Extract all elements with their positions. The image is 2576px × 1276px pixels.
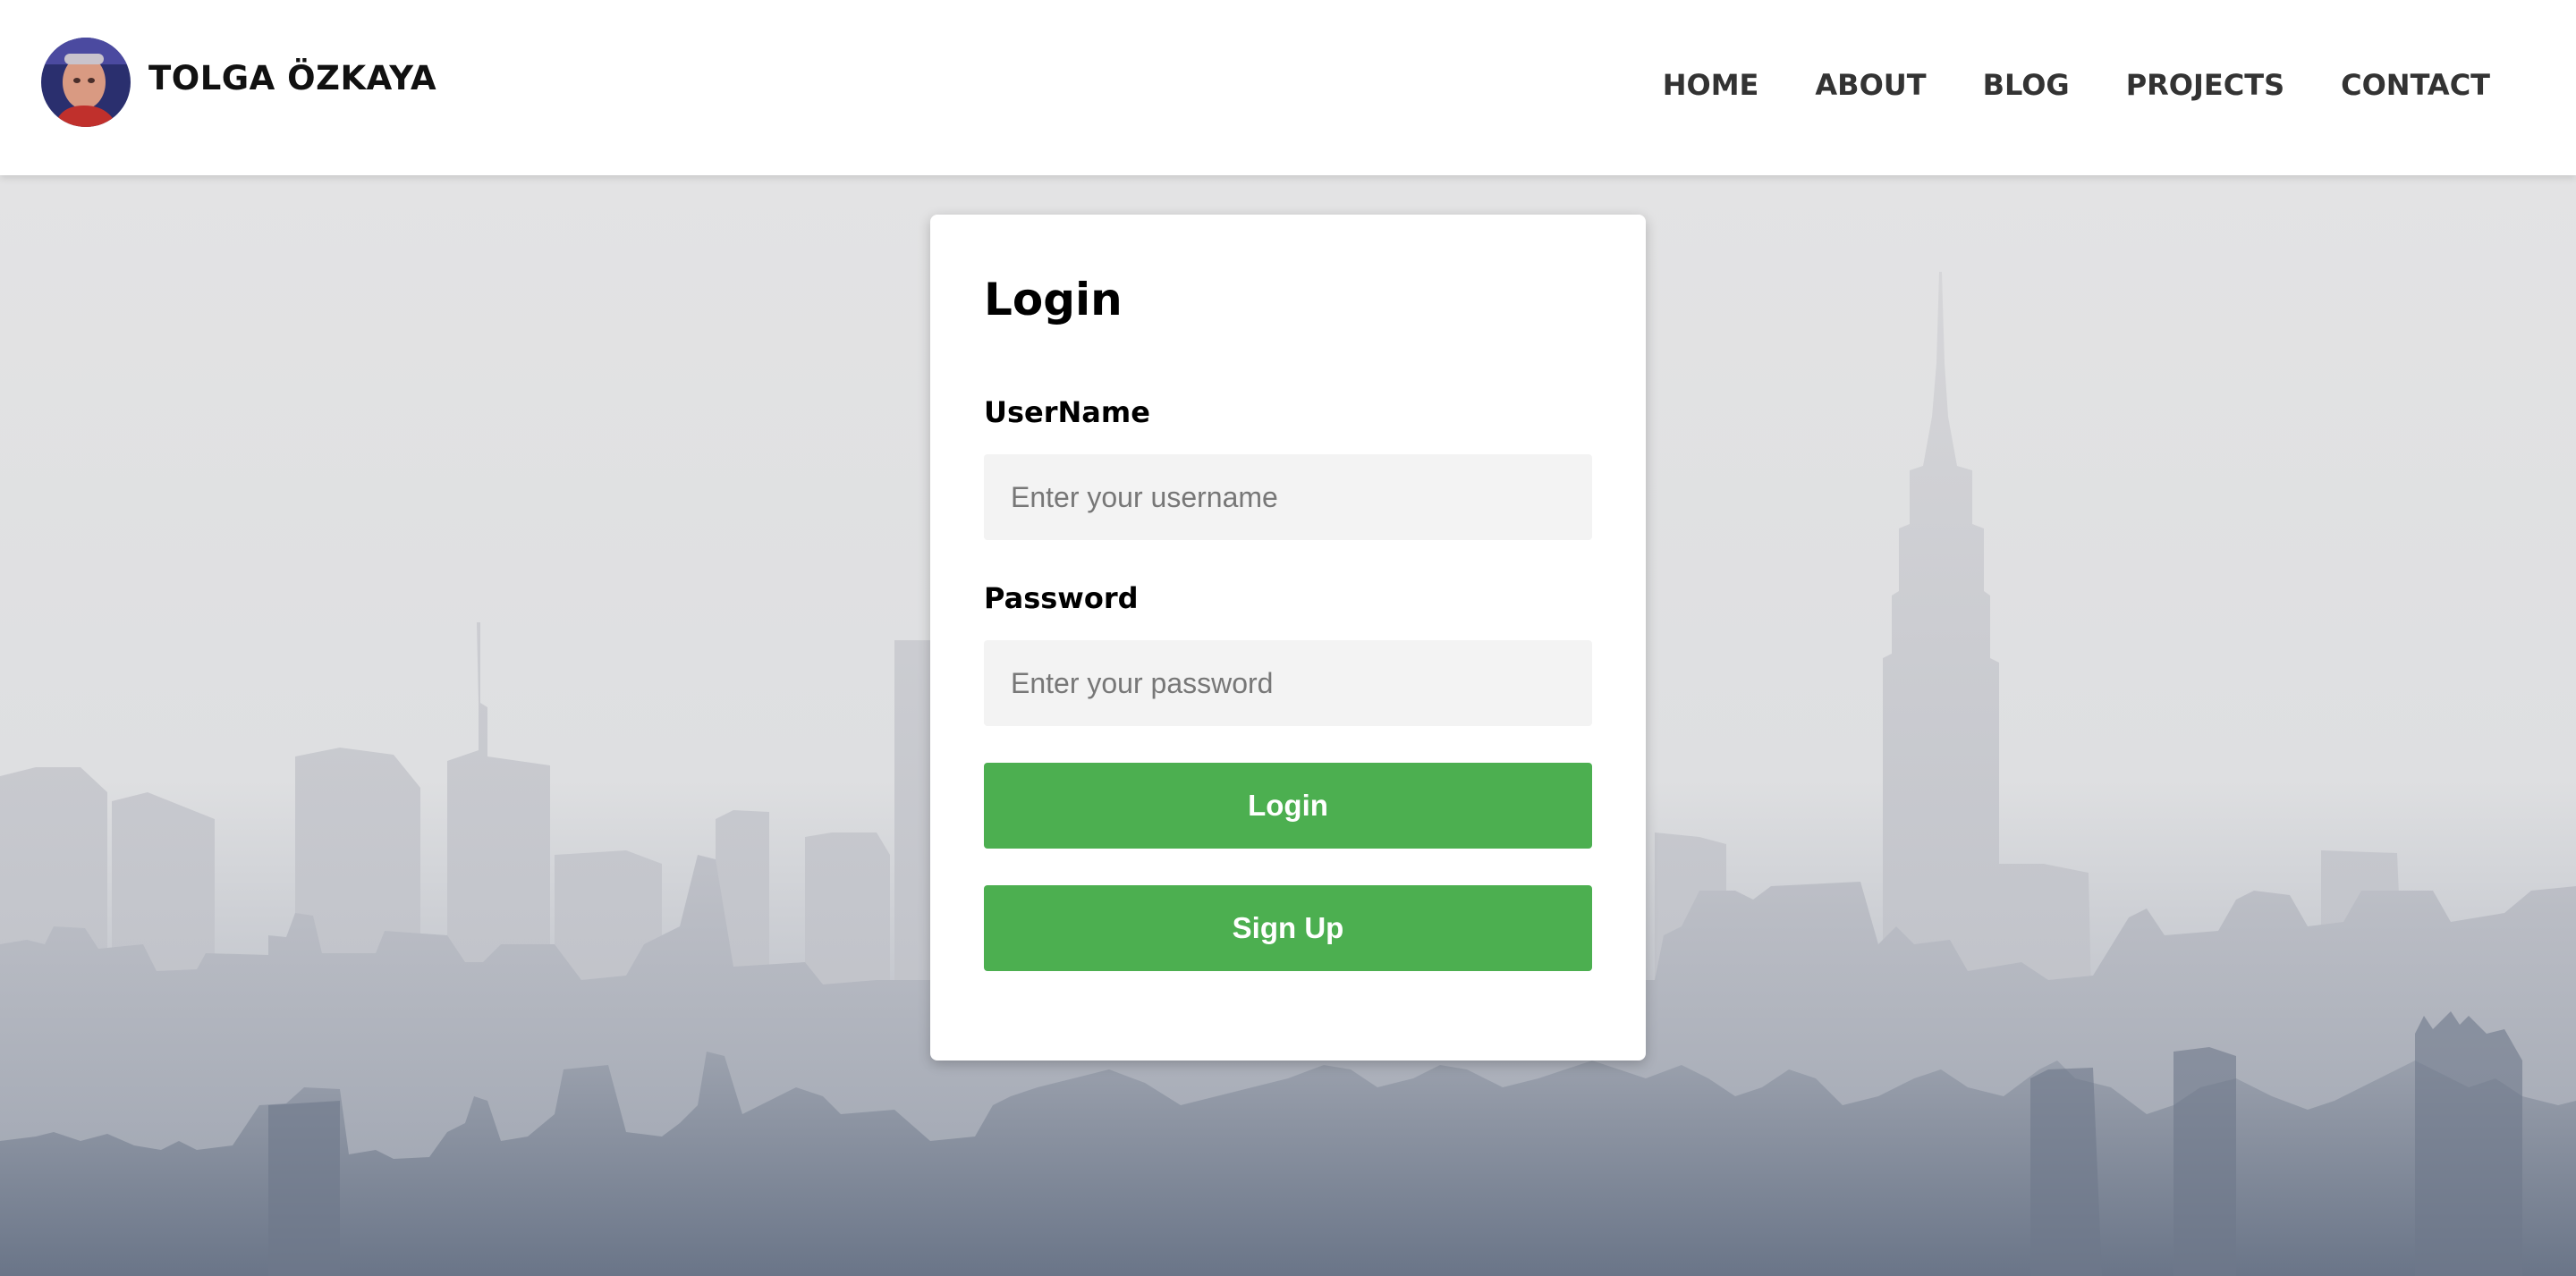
avatar[interactable]: [41, 38, 131, 127]
login-title: Login: [984, 274, 1123, 325]
nav-item-home[interactable]: HOME: [1663, 68, 1759, 102]
password-input[interactable]: [984, 640, 1592, 726]
login-button[interactable]: Login: [984, 763, 1592, 849]
profile-photo-icon: [41, 38, 131, 127]
username-input[interactable]: [984, 454, 1592, 540]
nav-item-about[interactable]: ABOUT: [1815, 68, 1926, 102]
signup-button[interactable]: Sign Up: [984, 885, 1592, 971]
nav-item-projects[interactable]: PROJECTS: [2126, 68, 2284, 102]
brand-name[interactable]: TOLGA ÖZKAYA: [148, 59, 436, 97]
password-label: Password: [984, 581, 1139, 615]
username-label: UserName: [984, 395, 1150, 429]
nav-item-contact[interactable]: CONTACT: [2341, 68, 2490, 102]
nav-item-blog[interactable]: BLOG: [1983, 68, 2070, 102]
login-card: Login UserName Password Login Sign Up: [930, 215, 1646, 1061]
site-header: TOLGA ÖZKAYA HOME ABOUT BLOG PROJECTS CO…: [0, 0, 2576, 175]
